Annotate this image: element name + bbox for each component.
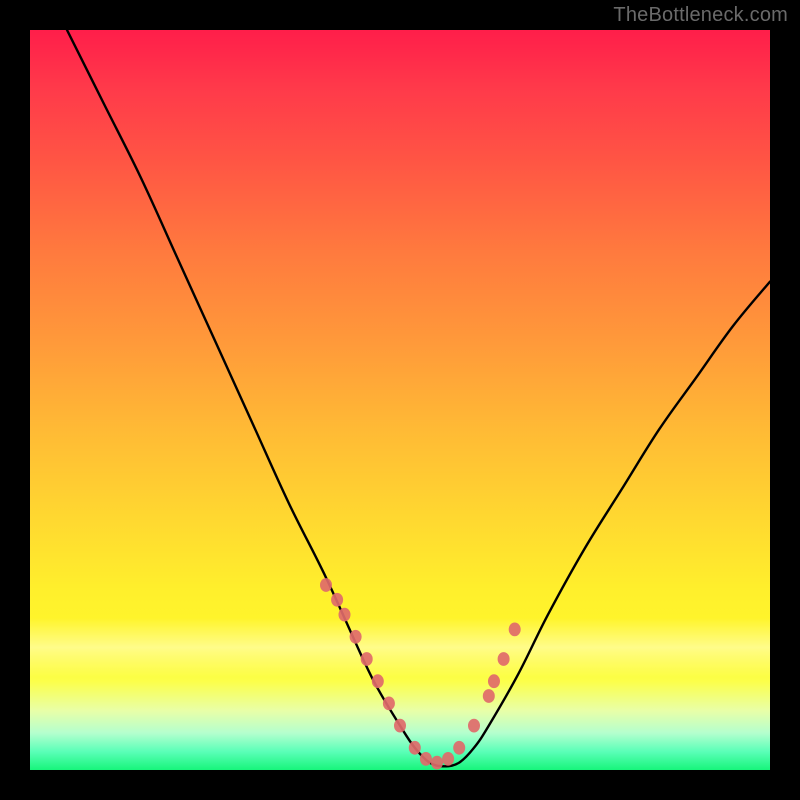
highlight-dot bbox=[383, 697, 395, 711]
highlight-dot bbox=[483, 689, 495, 703]
highlight-dot bbox=[509, 623, 521, 637]
highlight-dot bbox=[394, 719, 406, 733]
curve-layer bbox=[30, 30, 770, 770]
plot-area bbox=[30, 30, 770, 770]
highlight-dot bbox=[468, 719, 480, 733]
highlight-dots bbox=[320, 578, 521, 769]
highlight-dot bbox=[498, 652, 510, 666]
highlight-dot bbox=[488, 674, 500, 688]
chart-frame: TheBottleneck.com bbox=[0, 0, 800, 800]
highlight-dot bbox=[339, 608, 351, 622]
watermark-label: TheBottleneck.com bbox=[613, 4, 788, 27]
highlight-dot bbox=[350, 630, 362, 644]
highlight-dot bbox=[361, 652, 373, 666]
highlight-dot bbox=[320, 578, 332, 592]
highlight-dot bbox=[409, 741, 421, 755]
highlight-dot bbox=[442, 752, 454, 766]
highlight-dot bbox=[420, 752, 432, 766]
highlight-dot bbox=[372, 674, 384, 688]
bottleneck-curve bbox=[67, 30, 770, 766]
highlight-dot bbox=[331, 593, 343, 607]
highlight-dot bbox=[453, 741, 465, 755]
highlight-dot bbox=[431, 756, 443, 770]
